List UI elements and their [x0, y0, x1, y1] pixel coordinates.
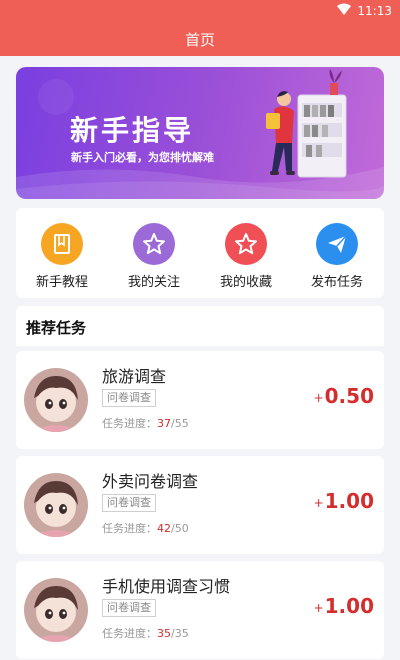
task-card[interactable]: 外卖问卷调查 问卷调查 任务进度：42/50 +1.00: [16, 456, 384, 554]
task-title: 外卖问卷调查: [102, 472, 199, 491]
title-bar: 首页: [0, 22, 400, 56]
avatar: [24, 578, 88, 642]
task-title: 旅游调查: [102, 367, 167, 386]
recommended-section-header: 推荐任务: [16, 306, 384, 346]
progress-label: 任务进度：: [102, 417, 157, 430]
progress-done: 42: [157, 522, 171, 535]
status-right: 11:13: [337, 3, 392, 18]
reward-amount: 0.50: [324, 384, 374, 408]
quick-action-follow[interactable]: 我的关注: [114, 223, 194, 290]
progress-total: /55: [171, 417, 189, 430]
progress-done: 35: [157, 627, 171, 640]
task-progress: 任务进度：42/50: [102, 520, 189, 536]
quick-action-label: 我的关注: [127, 275, 180, 290]
guide-banner[interactable]: 新手指导 新手入门必看，为您排忧解难: [16, 67, 384, 199]
wifi-icon: [337, 3, 352, 18]
progress-total: /35: [171, 627, 189, 640]
star-outline-icon: [133, 223, 175, 265]
task-tag: 问卷调查: [102, 599, 156, 617]
reward-plus: +: [313, 601, 324, 615]
task-reward: +1.00: [314, 594, 374, 618]
reward-plus: +: [313, 391, 324, 405]
quick-action-label: 新手教程: [35, 275, 88, 290]
page-title: 首页: [184, 30, 215, 49]
task-tag: 问卷调查: [102, 389, 156, 407]
status-bar: 11:13: [0, 0, 400, 22]
task-reward: +1.00: [314, 489, 374, 513]
star-outline-icon: [225, 223, 267, 265]
quick-action-label: 我的收藏: [219, 275, 272, 290]
progress-label: 任务进度：: [102, 522, 157, 535]
book-icon: [41, 223, 83, 265]
task-progress: 任务进度：35/35: [102, 625, 189, 641]
quick-action-tutorial[interactable]: 新手教程: [22, 223, 102, 290]
task-card[interactable]: 旅游调查 问卷调查 任务进度：37/55 +0.50: [16, 351, 384, 449]
task-tag: 问卷调查: [102, 494, 156, 512]
task-title: 手机使用调查习惯: [102, 577, 231, 596]
quick-actions-card: 新手教程 我的关注 我的收藏 发布任务: [16, 208, 384, 298]
progress-label: 任务进度：: [102, 627, 157, 640]
banner-title: 新手指导: [70, 114, 195, 147]
paper-plane-icon: [316, 223, 358, 265]
quick-action-favorites[interactable]: 我的收藏: [206, 223, 286, 290]
task-progress: 任务进度：37/55: [102, 415, 189, 431]
reading-person-illustration: [266, 69, 347, 178]
section-title: 推荐任务: [26, 319, 87, 337]
reward-amount: 1.00: [324, 489, 374, 513]
avatar: [24, 368, 88, 432]
reward-amount: 1.00: [324, 594, 374, 618]
progress-done: 37: [157, 417, 171, 430]
quick-action-label: 发布任务: [310, 275, 363, 290]
avatar: [24, 473, 88, 537]
quick-action-publish[interactable]: 发布任务: [297, 223, 377, 290]
reward-plus: +: [313, 496, 324, 510]
progress-total: /50: [171, 522, 189, 535]
status-time: 11:13: [357, 3, 392, 18]
banner-subtitle: 新手入门必看，为您排忧解难: [71, 151, 214, 164]
task-card[interactable]: 手机使用调查习惯 问卷调查 任务进度：35/35 +1.00: [16, 561, 384, 659]
task-reward: +0.50: [314, 384, 374, 408]
